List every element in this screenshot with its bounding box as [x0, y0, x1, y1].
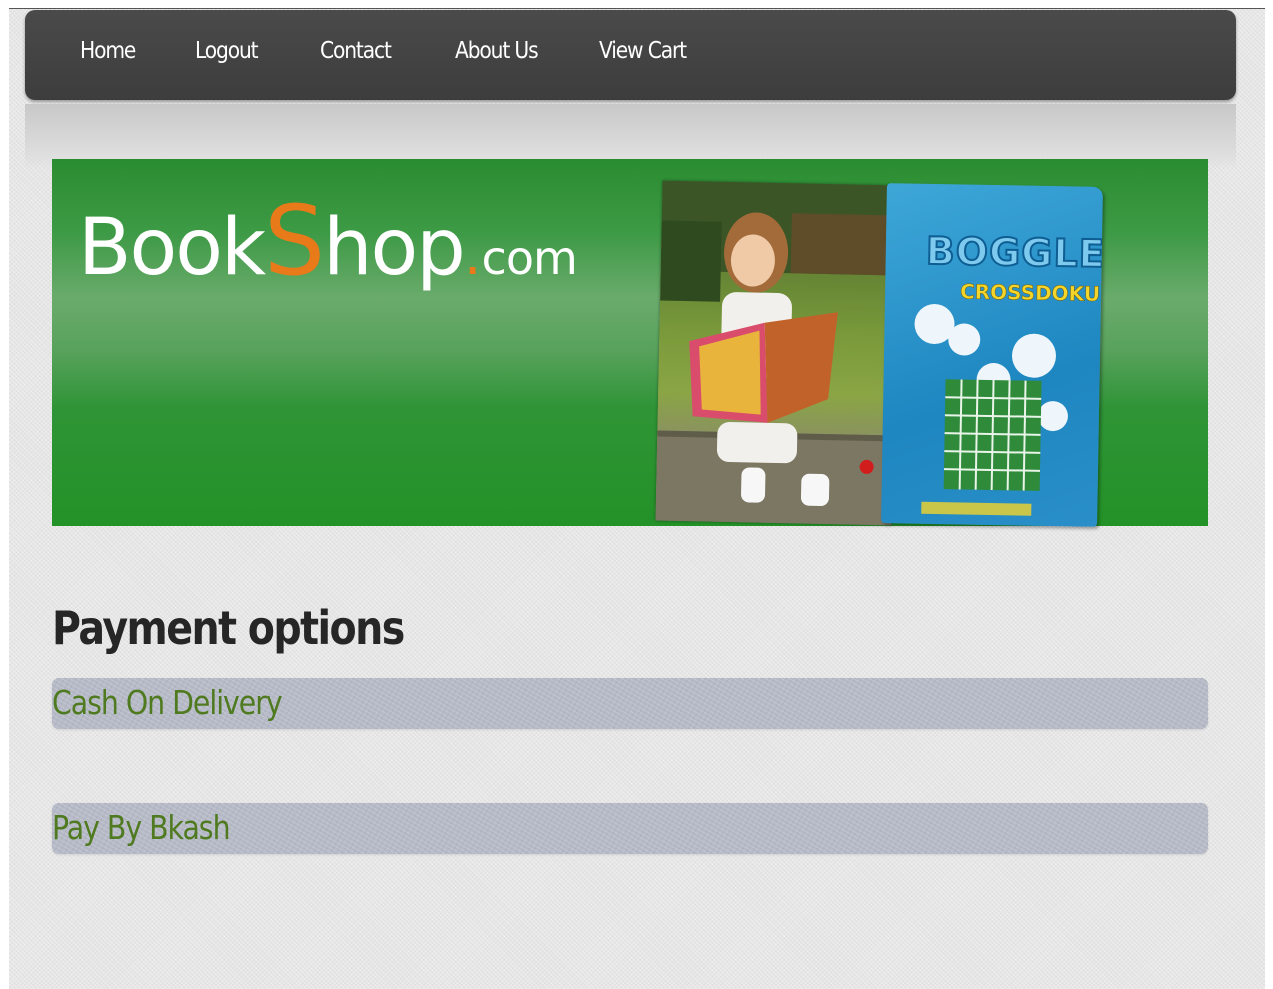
girl-reading-photo — [655, 180, 899, 526]
nav-about-us-link[interactable]: About Us — [455, 40, 539, 63]
cash-on-delivery-option[interactable]: Cash On Delivery — [52, 678, 1208, 729]
logo-com-text: com — [481, 231, 578, 285]
logo-dot: . — [463, 223, 482, 288]
logo-hop-text: hop — [323, 203, 466, 293]
bookshop-logo[interactable]: BookShop.com — [78, 193, 578, 289]
top-navbar: Home Logout Contact About Us View Cart — [25, 10, 1236, 100]
nav-logout-link[interactable]: Logout — [195, 40, 259, 63]
girl-reading-illustration — [655, 180, 899, 526]
boggle-book-cover: BOGGLE CROSSDOKU — [881, 183, 1103, 527]
pay-by-bkash-option[interactable]: Pay By Bkash — [52, 803, 1208, 854]
nav-home-link[interactable]: Home — [80, 40, 136, 63]
pay-by-bkash-label[interactable]: Pay By Bkash — [52, 811, 231, 844]
page-title: Payment options — [52, 600, 405, 655]
boggle-dice-grid-illustration — [914, 303, 1068, 516]
logo-s-letter: S — [264, 185, 325, 297]
cash-on-delivery-label[interactable]: Cash On Delivery — [52, 686, 283, 719]
logo-book-text: Book — [78, 203, 266, 293]
nav-contact-link[interactable]: Contact — [320, 40, 392, 63]
nav-view-cart-link[interactable]: View Cart — [599, 40, 687, 63]
